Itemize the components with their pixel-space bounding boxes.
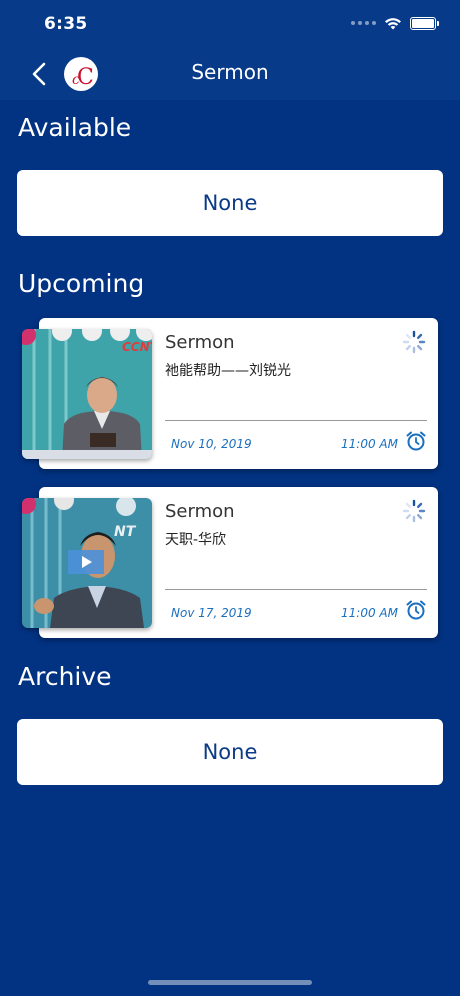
divider <box>165 420 427 421</box>
signal-icon <box>351 21 376 25</box>
divider <box>165 589 427 590</box>
section-title-available: Available <box>18 113 132 142</box>
section-title-archive: Archive <box>18 662 112 691</box>
loading-spinner-icon <box>402 330 426 354</box>
available-empty-card: None <box>17 170 443 236</box>
sermon-subtitle: 祂能帮助——刘锐光 <box>165 363 291 379</box>
sermon-subtitle: 天职-华欣 <box>165 532 227 548</box>
svg-text:CCNTV: CCNTV <box>122 340 152 354</box>
section-title-upcoming: Upcoming <box>18 269 145 298</box>
loading-spinner-icon <box>402 499 426 523</box>
sermon-thumbnail[interactable]: NT <box>22 498 152 628</box>
archive-empty-label: None <box>202 740 258 764</box>
home-indicator[interactable] <box>148 980 312 985</box>
sermon-title: Sermon <box>165 501 235 522</box>
sermon-date: Nov 17, 2019 <box>171 606 252 620</box>
sermon-title: Sermon <box>165 332 235 353</box>
status-time: 6:35 <box>44 14 88 34</box>
status-icons <box>351 16 439 30</box>
sermon-thumbnail[interactable]: CCNTV <box>22 329 152 459</box>
top-bar: 6:35 c C Sermon <box>0 0 460 100</box>
available-empty-label: None <box>202 191 258 215</box>
sermon-time: 11:00 AM <box>341 606 398 620</box>
battery-icon <box>410 16 439 30</box>
archive-empty-card: None <box>17 719 443 785</box>
svg-text:NT: NT <box>114 524 137 540</box>
alarm-clock-icon[interactable] <box>405 430 427 452</box>
alarm-clock-icon[interactable] <box>405 599 427 621</box>
sermon-time: 11:00 AM <box>341 437 398 451</box>
page-title: Sermon <box>191 60 269 84</box>
sermon-date: Nov 10, 2019 <box>171 437 252 451</box>
wifi-icon <box>385 18 401 30</box>
